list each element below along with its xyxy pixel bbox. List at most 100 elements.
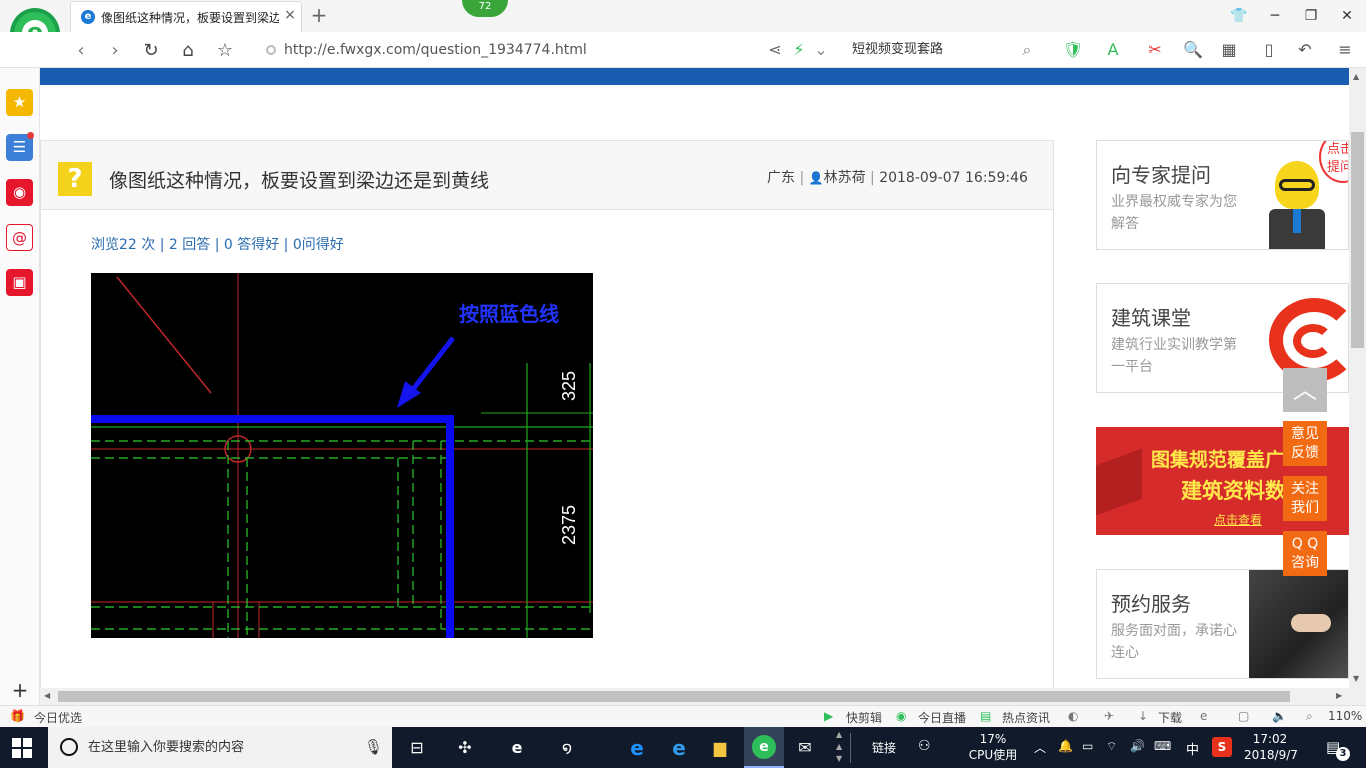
cortana-icon xyxy=(60,738,78,756)
qq-consult-button[interactable]: Q Q 咨询 xyxy=(1283,531,1327,576)
minimize-button[interactable]: ─ xyxy=(1260,4,1290,28)
notification-bell-icon[interactable]: 🔔 xyxy=(1058,739,1073,753)
add-sidebar-item-icon[interactable]: + xyxy=(10,680,30,700)
speaker-icon[interactable]: 🔊 xyxy=(1130,739,1145,753)
task-view-icon[interactable]: ⊟ xyxy=(404,735,430,761)
expert-mascot-icon xyxy=(1267,161,1327,249)
qq-label-1: Q Q xyxy=(1291,536,1319,552)
search-icon[interactable]: ⌕ xyxy=(1016,39,1038,61)
file-explorer-icon[interactable]: ▆ xyxy=(707,735,733,761)
new-tab-button[interactable]: + xyxy=(308,4,330,26)
reader-icon[interactable]: ▯ xyxy=(1258,39,1280,61)
favorite-star-icon[interactable]: ☆ xyxy=(212,38,238,64)
taskbar-search-placeholder: 在这里输入你要搜索的内容 xyxy=(88,740,245,755)
clock-time: 17:02 xyxy=(1252,732,1288,746)
edge-taskbar-icon[interactable]: e xyxy=(504,735,530,761)
show-hidden-icons-icon[interactable]: ︿ xyxy=(1034,739,1046,756)
clock[interactable]: 17:02 2018/9/7 xyxy=(1244,731,1298,763)
back-icon[interactable]: ‹ xyxy=(68,38,94,64)
share-icon[interactable]: ⋖ xyxy=(764,39,786,61)
weibo-icon[interactable]: ◉ xyxy=(6,179,33,206)
active-browser-taskbar-item[interactable]: e xyxy=(744,727,784,768)
speed-icon[interactable]: ◐ xyxy=(1068,709,1078,723)
scissors-icon[interactable]: ✂ xyxy=(1144,39,1166,61)
question-image[interactable]: 325 2375 按照蓝色线 xyxy=(91,273,593,638)
sogou-ime-icon[interactable]: S xyxy=(1212,737,1232,757)
chevron-down-icon[interactable]: ⌄ xyxy=(810,39,832,61)
hot-news-link[interactable]: 热点资讯 xyxy=(1002,709,1050,726)
windows-taskbar: 在这里输入你要搜索的内容 🎙 ⊟ ✣ e ໑ e e ▆ e ✉ ▲ ▲ ▼ 链接 … xyxy=(0,727,1366,768)
favorites-star-icon[interactable]: ★ xyxy=(6,89,33,116)
taskbar-search-box[interactable]: 在这里输入你要搜索的内容 🎙 xyxy=(48,727,392,768)
zoom-level[interactable]: 110% xyxy=(1328,709,1362,723)
scroll-right-arrow[interactable]: ▶ xyxy=(1336,691,1342,700)
tab-close-button[interactable]: × xyxy=(282,7,298,25)
taskbar-scroll-arrows[interactable]: ▲ ▲ ▼ xyxy=(836,729,842,765)
quick-edit-link[interactable]: 快剪辑 xyxy=(846,709,882,726)
address-bar[interactable]: http://e.fwxgx.com/question_1934774.html xyxy=(266,38,756,62)
lightning-icon[interactable]: ⚡ xyxy=(788,39,810,61)
daily-picks-link[interactable]: 今日优选 xyxy=(34,709,82,726)
game-icon[interactable]: ▣ xyxy=(6,269,33,296)
vertical-scroll-thumb[interactable] xyxy=(1351,132,1364,348)
appointment-card[interactable]: 预约服务 服务面对面，承诺心连心 xyxy=(1096,569,1349,679)
horizontal-scroll-thumb[interactable] xyxy=(58,691,1290,702)
ime-indicator[interactable]: 中 xyxy=(1186,739,1199,758)
speed-badge[interactable]: 72 xyxy=(462,0,508,17)
wifi-icon[interactable]: ⌔ xyxy=(1106,739,1117,754)
search-input[interactable]: 短视频变现套路 xyxy=(842,38,1042,62)
battery-icon[interactable]: ▭ xyxy=(1082,739,1093,753)
shield-icon[interactable]: 🛡 xyxy=(1062,39,1084,61)
keyboard-icon[interactable]: ⌨ xyxy=(1154,739,1171,753)
restore-button[interactable]: ❐ xyxy=(1296,4,1326,28)
author-name[interactable]: 林苏荷 xyxy=(824,170,866,186)
tab-title: 像图纸这种情况，板要设置到梁边 xyxy=(101,11,279,25)
live-link[interactable]: 今日直播 xyxy=(918,709,966,726)
follow-label-1: 关注 xyxy=(1291,481,1319,497)
magnifier-icon[interactable]: 🔍 xyxy=(1182,39,1204,61)
ie-mode-icon[interactable]: e xyxy=(1200,709,1207,723)
post-datetime: 2018-09-07 16:59:46 xyxy=(879,170,1028,186)
volume-icon[interactable]: 🔈 xyxy=(1272,709,1287,723)
refresh-icon[interactable]: ↻ xyxy=(138,38,164,64)
microphone-icon[interactable]: 🎙 xyxy=(364,727,383,768)
windows-start-icon[interactable] xyxy=(12,738,32,758)
ie-browser-icon[interactable]: e xyxy=(666,735,692,761)
window-icon[interactable]: ▢ xyxy=(1238,709,1249,723)
swirl-app-icon[interactable]: ໑ xyxy=(554,735,580,761)
card-title: 预约服务 xyxy=(1111,592,1191,616)
region[interactable]: 广东 xyxy=(767,170,795,186)
pinwheel-app-icon[interactable]: ✣ xyxy=(452,735,478,761)
cpu-monitor[interactable]: 17% CPU使用 xyxy=(962,731,1024,763)
live-icon: ◉ xyxy=(896,709,907,723)
banner-link[interactable]: 点击查看 xyxy=(1214,511,1262,528)
links-toolbar[interactable]: 链接 xyxy=(872,739,896,756)
close-window-button[interactable]: ✕ xyxy=(1332,4,1362,28)
people-icon[interactable]: ⚇ xyxy=(918,738,931,754)
edge-browser-icon[interactable]: e xyxy=(624,735,650,761)
back-to-top-button[interactable]: ︿ xyxy=(1283,368,1327,412)
question-stats: 浏览22 次 | 2 回答 | 0 答得好 | 0问得好 xyxy=(91,237,344,253)
scroll-up-arrow[interactable]: ▲ xyxy=(1353,72,1359,81)
ask-expert-card[interactable]: 向专家提问 业界最权威专家为您解答 点击提问 xyxy=(1096,140,1349,250)
mail-icon[interactable]: ✉ xyxy=(792,735,818,761)
follow-us-button[interactable]: 关注 我们 xyxy=(1283,476,1327,521)
site-favicon-icon: e xyxy=(81,10,95,24)
card-subtitle: 业界最权威专家为您解答 xyxy=(1111,194,1237,232)
vertical-scrollbar[interactable]: ▲ ▼ xyxy=(1349,68,1366,688)
scroll-left-arrow[interactable]: ◀ xyxy=(44,691,50,700)
home-icon[interactable]: ⌂ xyxy=(175,38,201,64)
forward-icon[interactable]: › xyxy=(102,38,128,64)
translate-icon[interactable]: A xyxy=(1102,39,1124,61)
menu-icon[interactable]: ≡ xyxy=(1334,39,1356,61)
feedback-button[interactable]: 意见 反馈 xyxy=(1283,421,1327,466)
tab-active[interactable]: e 像图纸这种情况，板要设置到梁边 × xyxy=(70,1,302,32)
email-icon[interactable]: @ xyxy=(6,224,33,251)
pin-icon[interactable]: ✈ xyxy=(1104,709,1114,723)
skin-icon[interactable]: 👕 xyxy=(1224,4,1254,28)
apps-grid-icon[interactable]: ▦ xyxy=(1218,39,1240,61)
download-link[interactable]: 下载 xyxy=(1158,709,1182,726)
undo-icon[interactable]: ↶ xyxy=(1294,39,1316,61)
horizontal-scrollbar[interactable]: ◀ ▶ xyxy=(40,688,1366,705)
scroll-down-arrow[interactable]: ▼ xyxy=(1353,674,1359,683)
